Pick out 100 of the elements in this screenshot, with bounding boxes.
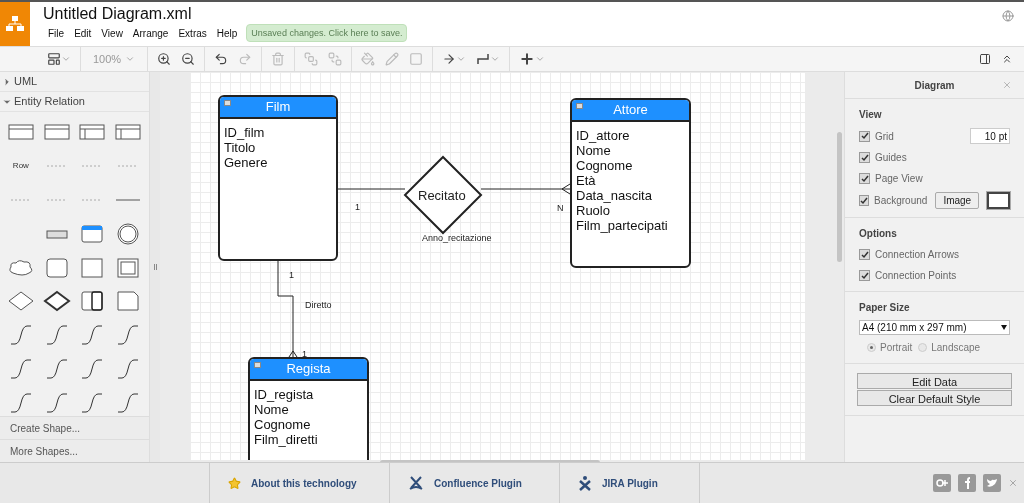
- caret-icon: [61, 54, 71, 64]
- collapse-icon[interactable]: [576, 103, 583, 109]
- attribute-text: Ruolo: [576, 203, 611, 218]
- paper-size-dropdown[interactable]: A4 (210 mm x 297 mm): [859, 320, 1010, 335]
- attribute-text: Nome: [254, 402, 290, 417]
- language-icon[interactable]: [1002, 10, 1014, 22]
- square-icon: [409, 52, 424, 66]
- menu-item[interactable]: Edit: [69, 25, 97, 41]
- save-notice[interactable]: Unsaved changes. Click here to save.: [246, 24, 408, 42]
- arrow-icon: [442, 52, 457, 66]
- checkbox-label: Connection Arrows: [875, 248, 959, 262]
- radio-button[interactable]: [867, 343, 876, 352]
- trash-icon: [271, 52, 286, 66]
- footer-link[interactable]: About this technology: [210, 463, 390, 503]
- sidebar-section[interactable]: Entity Relation: [0, 92, 149, 112]
- checkbox[interactable]: [859, 195, 869, 206]
- panel-button[interactable]: Clear Default Style: [857, 390, 1012, 406]
- connector-line: [337, 188, 406, 190]
- resize-handle-icon[interactable]: [153, 264, 157, 270]
- sidebar-section[interactable]: UML: [0, 72, 149, 92]
- relationship-label: Recitato: [418, 187, 466, 205]
- pencil-icon: [385, 52, 400, 66]
- menu-item[interactable]: Extras: [173, 25, 212, 41]
- attribute-text: Cognome: [254, 417, 312, 432]
- menu-item[interactable]: View: [96, 25, 128, 41]
- panel-title: Diagram: [914, 78, 955, 93]
- checkbox[interactable]: [859, 130, 870, 142]
- checkbox[interactable]: [859, 249, 870, 260]
- star-icon: [228, 476, 241, 490]
- radio-button[interactable]: [918, 343, 928, 352]
- social-bird-icon[interactable]: [983, 474, 1001, 492]
- attribute-text: Film_diretti: [254, 432, 319, 447]
- checkbox-label: Guides: [875, 151, 907, 165]
- background-color-swatch[interactable]: [987, 192, 1010, 209]
- radio-label: Landscape: [931, 341, 981, 355]
- attribute-text: Età: [576, 173, 597, 188]
- to-front-icon: [304, 52, 319, 66]
- entity-table[interactable]: Regista ID_regista Nome Cognome Film_diretti: [248, 357, 369, 460]
- attribute-label: Anno_recitazione: [422, 232, 492, 245]
- edge-label: 1: [355, 201, 360, 214]
- zoom-in-icon: [157, 52, 172, 66]
- attribute-text: Nome: [576, 143, 612, 158]
- paint-bucket-icon: [361, 52, 376, 66]
- close-icon[interactable]: [1002, 80, 1012, 90]
- entity-table[interactable]: Attore ID_attore Nome Cognome Età Data_nascita Ruolo Film_partecipati: [570, 98, 691, 268]
- social-facebook-icon[interactable]: [958, 474, 976, 492]
- undo-icon: [214, 52, 229, 66]
- sidebar-link[interactable]: More Shapes...: [0, 439, 149, 462]
- caret-icon: [456, 54, 467, 64]
- attribute-text: Data_nascita: [576, 188, 653, 203]
- edge-label: Diretto: [305, 299, 332, 312]
- caret-icon: [535, 54, 546, 64]
- attribute-text: Cognome: [576, 158, 634, 173]
- close-icon[interactable]: [1008, 478, 1018, 488]
- scrollbar-thumb[interactable]: [837, 132, 842, 262]
- checkbox-label: Page View: [875, 172, 923, 186]
- zoom-out-icon: [181, 52, 196, 66]
- checkbox[interactable]: [859, 173, 870, 184]
- entity-title: Film: [265, 98, 291, 117]
- panel-icon: [979, 53, 991, 65]
- section-heading: Paper Size: [859, 301, 911, 315]
- checkbox[interactable]: [859, 152, 870, 163]
- section-heading: View: [859, 108, 883, 122]
- entity-title: Attore: [613, 101, 648, 120]
- attribute-text: ID_film: [224, 125, 266, 140]
- attribute-text: Titolo: [224, 140, 257, 155]
- checkbox[interactable]: [859, 270, 870, 281]
- waypoint-icon: [476, 52, 491, 66]
- entity-table[interactable]: Film ID_film Titolo Genere: [218, 95, 338, 261]
- row-shape-label[interactable]: Row: [12, 153, 29, 178]
- attribute-text: Film_partecipati: [576, 218, 669, 233]
- section-heading: Options: [859, 227, 898, 241]
- figure-icon: [578, 475, 592, 491]
- attribute-text: ID_attore: [576, 128, 631, 143]
- redo-icon: [238, 52, 253, 66]
- radio-label: Portrait: [880, 341, 913, 355]
- grid-size-field[interactable]: 10 pt: [970, 128, 1010, 144]
- chevrons-up-icon: [1001, 53, 1013, 65]
- image-button[interactable]: Image: [935, 192, 980, 209]
- crossed-arms-icon: [408, 475, 424, 491]
- attribute-text: Genere: [224, 155, 269, 170]
- checkbox-label: Background: [874, 194, 928, 208]
- attribute-text: ID_regista: [254, 387, 315, 402]
- social-google-icon[interactable]: [933, 474, 951, 492]
- menu-item[interactable]: Arrange: [127, 25, 174, 41]
- caret-icon: [125, 54, 136, 64]
- panel-button[interactable]: Edit Data: [857, 373, 1012, 389]
- collapse-icon[interactable]: [224, 100, 231, 106]
- collapse-icon[interactable]: [254, 362, 261, 368]
- menu-item[interactable]: Help: [211, 25, 243, 41]
- footer-link[interactable]: JIRA Plugin: [560, 463, 700, 503]
- sidebar-link[interactable]: Create Shape...: [0, 416, 149, 439]
- footer-link[interactable]: Confluence Plugin: [390, 463, 560, 503]
- layout-icon: [47, 52, 61, 66]
- document-title[interactable]: Untitled Diagram.xml: [43, 4, 1002, 23]
- menu-item[interactable]: File: [43, 25, 70, 41]
- caret-icon: [490, 54, 501, 64]
- edge-label: 1: [289, 269, 294, 282]
- to-back-icon: [328, 52, 343, 66]
- checkbox-label: Grid: [875, 129, 894, 144]
